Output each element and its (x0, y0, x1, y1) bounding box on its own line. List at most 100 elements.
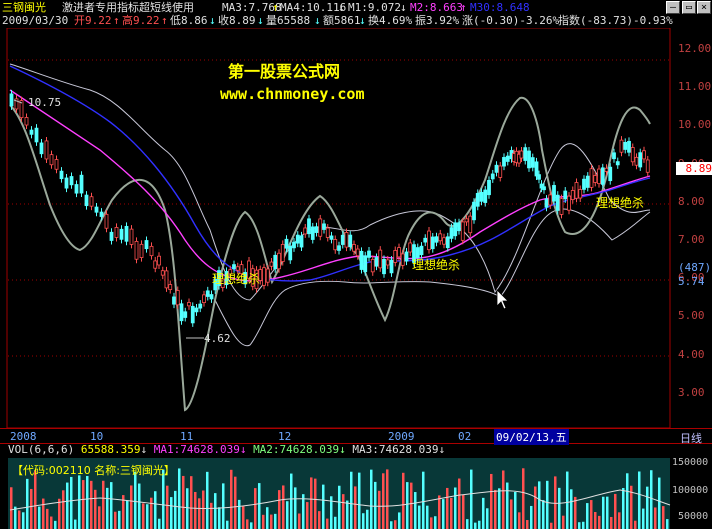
candle-body (89, 196, 94, 207)
close-icon[interactable]: × (697, 1, 711, 14)
volume-bar (166, 485, 169, 529)
volume-bar (74, 519, 77, 529)
volume-bar (386, 469, 389, 529)
candle-body (505, 155, 510, 162)
low-price-label: 4.62 (204, 332, 231, 345)
y-tick-label: 8.00 (678, 194, 705, 208)
volume-bar (234, 476, 237, 529)
candle-body (273, 254, 278, 270)
candle-body (494, 164, 499, 173)
amplitude-value: 振3.92% (415, 14, 460, 27)
candle-body (337, 245, 341, 251)
candle-body (333, 239, 338, 251)
candle-body (544, 198, 549, 208)
candle-body (430, 236, 435, 250)
volume-bar (278, 490, 281, 529)
volume-bar (478, 520, 481, 529)
volume-bar (254, 488, 257, 529)
volume-bar (354, 486, 357, 529)
candle-body (570, 190, 575, 201)
minimize-icon[interactable]: ‒ (666, 1, 680, 14)
volume-bar (534, 486, 537, 529)
candle-body (530, 157, 535, 168)
candle-body (79, 174, 84, 194)
y-tick-label: 5.00 (678, 309, 705, 323)
candle-body (299, 235, 304, 248)
mouse-pointer-icon (496, 289, 509, 310)
volume-bar (22, 512, 25, 529)
volume-bar (270, 514, 273, 529)
volume-bar (250, 522, 253, 529)
volume-bar (314, 478, 317, 529)
volume-bar (418, 505, 421, 529)
x-tick-label: 2008 (10, 430, 37, 443)
bottom-value: 5.74 (678, 275, 705, 288)
volume-bar (606, 496, 609, 529)
volume-bar (134, 471, 137, 529)
volume-bar (342, 494, 345, 529)
volume-bar (470, 469, 473, 529)
candle-body (295, 234, 300, 244)
volume-bar (310, 477, 313, 529)
volume-bar (398, 512, 401, 529)
down-arrow-icon: ↓ (257, 14, 264, 27)
index-change: 指数(-83.73)-0.93% (558, 14, 673, 27)
candle-body (453, 222, 458, 237)
volume-bar (226, 520, 229, 529)
volume-bar (430, 517, 433, 529)
candle-body (310, 226, 315, 240)
volume-bar (282, 485, 285, 529)
candle-body (445, 236, 450, 249)
candle-body (400, 253, 405, 266)
candle-body (39, 142, 44, 155)
candle-body (198, 303, 203, 309)
volume-bar (594, 512, 597, 529)
candle-body (318, 218, 323, 237)
candle-body (449, 227, 454, 239)
candle-body (623, 141, 628, 150)
candlestick-series (9, 89, 650, 327)
volume-tick: 150000 (672, 457, 709, 468)
candle-body (479, 191, 484, 202)
m30-value: M30:8.648 (470, 1, 530, 14)
volume-bar (522, 468, 525, 529)
volume-bar (626, 473, 629, 529)
candle-body (537, 174, 541, 180)
candle-body (523, 147, 528, 161)
price-chart[interactable]: 10.75 4.62 第一股票公式网 www.chnmoney.com 理想绝杀… (0, 28, 712, 428)
volume-bar (486, 508, 489, 529)
y-tick-label: 10.00 (678, 118, 712, 132)
candle-body (427, 230, 431, 251)
signal-label: 理想绝杀 (412, 258, 461, 272)
volume-bar (14, 506, 17, 529)
candle-body (59, 170, 64, 180)
volume-bar (362, 513, 365, 529)
volume-bar (638, 471, 641, 529)
candle-body (94, 206, 99, 213)
candle-body (585, 175, 590, 188)
down-arrow-icon: ↓ (209, 14, 216, 27)
candle-body (642, 150, 646, 160)
low-price: 低8.86 (170, 14, 208, 27)
x-tick-label: 11 (180, 430, 194, 443)
volume-bar (186, 488, 189, 529)
volume-bar (218, 507, 221, 529)
volume-bar (198, 498, 201, 529)
volume-bar (214, 493, 217, 529)
close-price: 收8.89 (218, 14, 256, 27)
volume-bar (338, 485, 341, 529)
volume-bar (70, 476, 73, 529)
volume-bar (646, 486, 649, 529)
bar-date: 2009/03/30 (2, 14, 69, 27)
volume-bar (298, 513, 301, 529)
candle-body (280, 244, 285, 262)
candle-body (408, 242, 413, 253)
candle-body (464, 218, 469, 223)
volume-bar (150, 497, 153, 529)
volume-bar (450, 497, 453, 529)
volume-panel[interactable]: VOL(6,6,6) 65588.359↓ MA1:74628.039↓ MA2… (0, 443, 712, 529)
volume-bar (614, 493, 617, 529)
volume-bar (662, 506, 665, 529)
restore-icon[interactable]: ▭ (682, 1, 696, 14)
candle-body (29, 129, 34, 135)
